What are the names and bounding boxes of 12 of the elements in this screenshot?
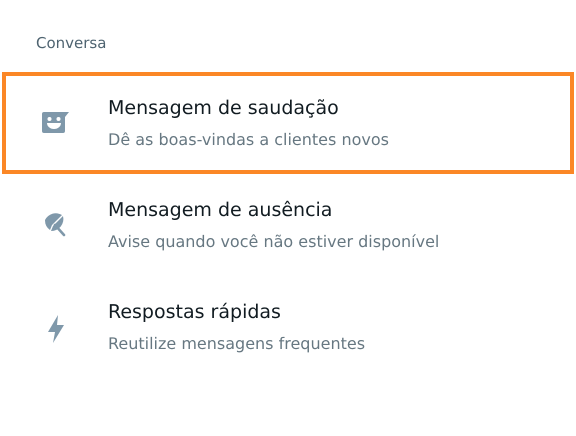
item-title: Respostas rápidas [108,300,282,324]
settings-item[interactable]: Respostas rápidas Reutilize mensagens frequentes [2,276,574,378]
smiley-chat-icon [41,110,71,134]
section-title: Conversa [36,34,106,52]
item-title: Mensagem de saudação [108,96,340,120]
item-subtitle: Avise quando você não estiver disponível [108,231,440,253]
settings-item[interactable]: Mensagem de ausência Avise quando você não estiver disponível [2,174,574,276]
item-subtitle: Dê as boas-vindas a clientes novos [108,129,390,151]
item-title: Mensagem de ausência [108,198,334,222]
lightning-icon [47,314,65,344]
settings-item[interactable]: Mensagem de saudação Dê as boas-vindas a clientes novos [2,72,574,174]
item-subtitle: Reutilize mensagens frequentes [108,333,366,355]
